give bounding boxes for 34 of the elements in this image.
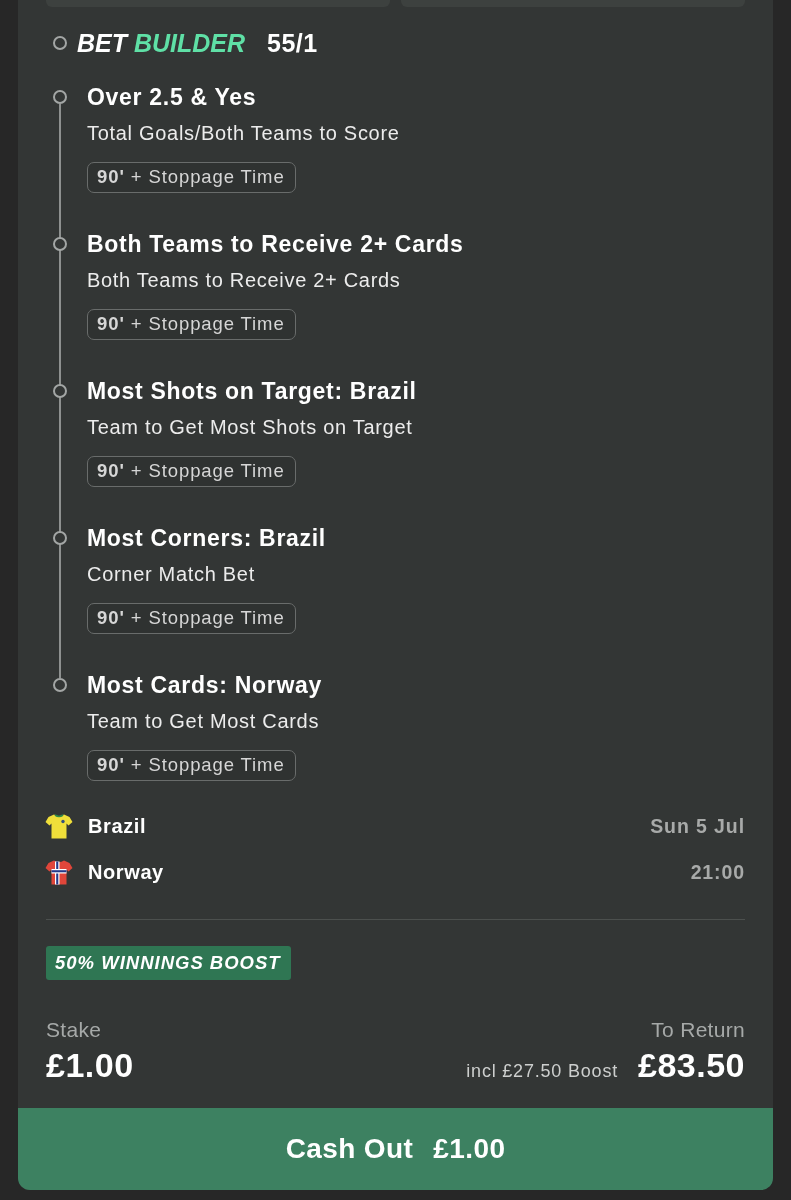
return-label: To Return xyxy=(651,1018,745,1042)
market-name: Corner Match Bet xyxy=(87,563,255,585)
ring-icon xyxy=(53,678,67,692)
selection-title: Most Shots on Target: Brazil xyxy=(87,378,417,404)
period-tag: 90' + Stoppage Time xyxy=(87,750,296,781)
ring-icon xyxy=(53,90,67,104)
period-tag: 90' + Stoppage Time xyxy=(87,162,296,193)
market-name: Both Teams to Receive 2+ Cards xyxy=(87,269,401,291)
team-name: Brazil xyxy=(88,814,147,838)
ring-icon xyxy=(53,237,67,251)
team-name: Norway xyxy=(88,860,164,884)
stake-amount: £1.00 xyxy=(46,1047,134,1083)
market-name: Total Goals/Both Teams to Score xyxy=(87,122,400,144)
bet-builder-title: BET BUILDER xyxy=(77,28,246,58)
period-tag: 90' + Stoppage Time xyxy=(87,309,296,340)
stake-label: Stake xyxy=(46,1018,103,1042)
period-tag: 90' + Stoppage Time xyxy=(87,456,296,487)
ring-icon xyxy=(53,384,67,398)
boost-badge: 50% WINNINGS BOOST xyxy=(46,946,291,980)
ring-icon xyxy=(53,531,67,545)
market-name: Team to Get Most Shots on Target xyxy=(87,416,413,438)
odds: 55/1 xyxy=(267,28,318,58)
selection-title: Over 2.5 & Yes xyxy=(87,84,257,110)
market-name: Team to Get Most Cards xyxy=(87,710,320,732)
kickoff-text: Sun 5 Jul xyxy=(650,814,745,838)
selection-title: Both Teams to Receive 2+ Cards xyxy=(87,231,464,257)
ring-icon xyxy=(53,36,67,50)
selection-title: Most Cards: Norway xyxy=(87,672,322,698)
boost-note: incl £27.50 Boost xyxy=(466,1061,618,1082)
kickoff-text: 21:00 xyxy=(690,860,745,884)
return-amount: £83.50 xyxy=(638,1047,745,1083)
selection-title: Most Corners: Brazil xyxy=(87,525,326,551)
cash-out-button[interactable]: Cash Out £1.00 xyxy=(18,1108,773,1190)
period-tag: 90' + Stoppage Time xyxy=(87,603,296,634)
